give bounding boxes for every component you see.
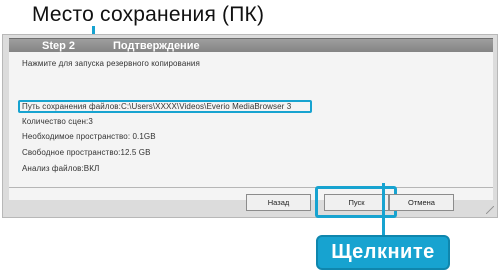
- cancel-button[interactable]: Отмена: [389, 194, 454, 211]
- step-label: Step 2: [42, 40, 76, 52]
- start-button[interactable]: Пуск: [324, 194, 389, 211]
- save-location-callout: Место сохранения (ПК): [32, 3, 265, 26]
- step-title: Подтверждение: [113, 40, 200, 52]
- backup-dialog-window: Step 2 Подтверждение Нажмите для запуска…: [2, 34, 498, 218]
- required-space-text: Необходимое пространство: 0.1GB: [22, 132, 156, 141]
- file-analysis-text: Анализ файлов:ВКЛ: [22, 164, 100, 173]
- intro-text: Нажмите для запуска резервного копирован…: [22, 59, 200, 68]
- footer-divider: [9, 187, 493, 188]
- free-space-text: Свободное пространство:12.5 GB: [22, 148, 151, 157]
- save-path-text: Путь сохранения файлов:C:\Users\XXXX\Vid…: [22, 102, 292, 111]
- resize-grip-icon[interactable]: [486, 206, 494, 214]
- click-leader-line: [382, 183, 385, 237]
- dialog-header: Step 2 Подтверждение: [9, 38, 493, 53]
- scene-count-text: Количество сцен:3: [22, 117, 93, 126]
- dialog-content: Нажмите для запуска резервного копирован…: [9, 52, 493, 200]
- back-button[interactable]: Назад: [246, 194, 311, 211]
- click-callout: Щелкните: [316, 235, 450, 270]
